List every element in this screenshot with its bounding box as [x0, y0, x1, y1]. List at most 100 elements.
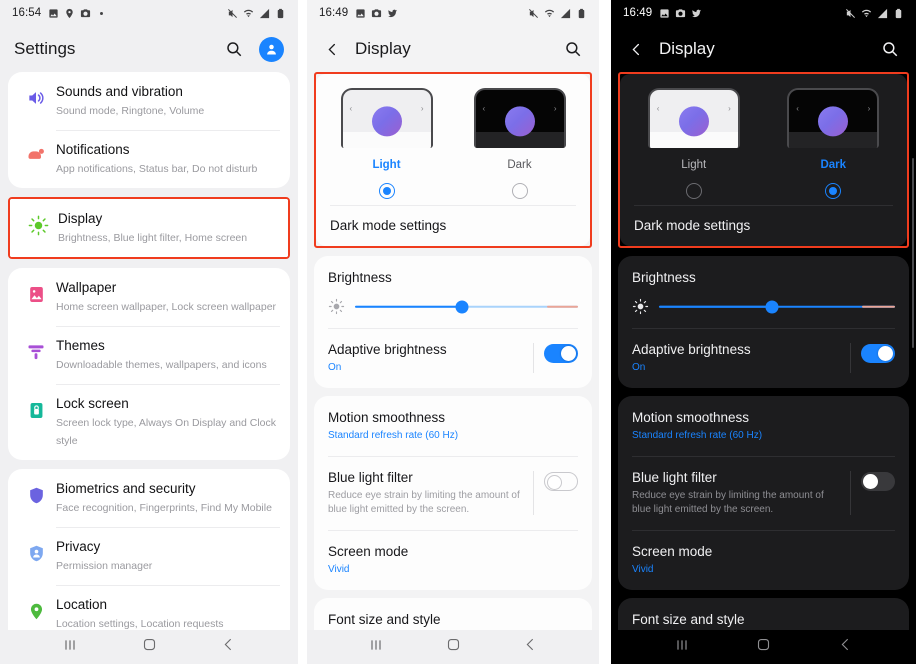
- motion-smoothness-value: Standard refresh rate (60 Hz): [328, 430, 459, 441]
- brightness-slider-row[interactable]: [328, 298, 578, 315]
- scrollbar[interactable]: [912, 158, 914, 348]
- toggle-separator: [850, 471, 851, 515]
- app-bar-display: Display: [611, 26, 916, 72]
- radio-dark[interactable]: [825, 183, 842, 199]
- brightness-card: Brightness Adaptive brightness On: [618, 256, 909, 388]
- sidebar-item-sounds-and-vibration[interactable]: Sounds and vibration Sound mode, Rington…: [8, 72, 290, 130]
- recents-icon[interactable]: [62, 637, 78, 658]
- sidebar-item-themes[interactable]: Themes Downloadable themes, wallpapers, …: [8, 326, 290, 384]
- adaptive-brightness-text: Adaptive brightness On: [632, 341, 850, 375]
- row-text: Wallpaper Home screen wallpaper, Lock sc…: [56, 279, 280, 315]
- preview-orb-icon: [371, 106, 402, 137]
- status-right-icons: [845, 8, 904, 19]
- image-icon: [356, 8, 365, 18]
- sidebar-item-notifications[interactable]: Notifications App notifications, Status …: [8, 130, 290, 188]
- toggle-separator: [533, 471, 534, 515]
- search-icon[interactable]: [878, 37, 902, 61]
- page-title: Settings: [14, 39, 76, 58]
- home-icon[interactable]: [756, 637, 771, 657]
- theme-options: ‹ › Light ‹ › Dark: [620, 74, 907, 205]
- home-icon[interactable]: [446, 637, 461, 657]
- item-subtitle: Downloadable themes, wallpapers, and ico…: [56, 359, 267, 371]
- motion-smoothness-row[interactable]: Motion smoothness Standard refresh rate …: [314, 396, 592, 456]
- preview-right-arrow-icon: ›: [420, 104, 424, 113]
- theme-label-light: Light: [681, 159, 707, 171]
- theme-option-dark[interactable]: ‹ › Dark: [453, 88, 586, 199]
- panel-gap-2: [599, 0, 611, 664]
- radio-light[interactable]: [378, 183, 395, 199]
- item-title: Wallpaper: [56, 280, 117, 295]
- theme-option-light[interactable]: ‹ › Light: [624, 88, 764, 199]
- status-left-icons: [355, 8, 398, 19]
- slider-knob[interactable]: [455, 300, 469, 313]
- screen-mode-row[interactable]: Screen mode Vivid: [618, 530, 909, 590]
- motion-smoothness-row[interactable]: Motion smoothness Standard refresh rate …: [618, 396, 909, 456]
- theme-option-dark[interactable]: ‹ › Dark: [764, 88, 904, 199]
- settings-group-display: Display Brightness, Blue light filter, H…: [10, 199, 288, 257]
- blue-light-filter-row[interactable]: Blue light filter Reduce eye strain by l…: [314, 456, 592, 530]
- back-icon[interactable]: [523, 637, 538, 657]
- sidebar-item-lock-screen[interactable]: Lock screen Screen lock type, Always On …: [8, 384, 290, 460]
- adaptive-brightness-toggle[interactable]: [544, 344, 578, 363]
- row-text: Sounds and vibration Sound mode, Rington…: [56, 83, 280, 119]
- account-avatar-icon[interactable]: [259, 36, 284, 62]
- dark-mode-settings-row[interactable]: Dark mode settings: [620, 205, 907, 246]
- search-icon[interactable]: [561, 37, 585, 61]
- battery-icon: [895, 8, 902, 18]
- theme-option-light[interactable]: ‹ › Light: [320, 88, 453, 199]
- slider-fill: [355, 305, 463, 308]
- status-bar: 16:49: [307, 0, 599, 26]
- brightness-slider-row[interactable]: [632, 298, 895, 315]
- adaptive-brightness-toggle[interactable]: [861, 344, 895, 363]
- blue-light-filter-toggle[interactable]: [544, 472, 578, 491]
- radio-dark[interactable]: [511, 183, 528, 199]
- row-text: Notifications App notifications, Status …: [56, 141, 280, 177]
- font-size-and-style-row[interactable]: Font size and style: [314, 598, 592, 630]
- back-icon[interactable]: [838, 637, 853, 657]
- settings-list[interactable]: Sounds and vibration Sound mode, Rington…: [0, 72, 298, 630]
- adaptive-brightness-value: On: [328, 362, 342, 373]
- mute-icon: [846, 8, 855, 18]
- adaptive-brightness-row[interactable]: Adaptive brightness On: [618, 328, 909, 388]
- blue-light-filter-text: Blue light filter Reduce eye strain by l…: [632, 469, 850, 517]
- panel-gap-1: [298, 0, 307, 664]
- preview-right-arrow-icon: ›: [867, 104, 871, 113]
- dark-mode-settings-row[interactable]: Dark mode settings: [316, 205, 590, 246]
- row-text: Lock screen Screen lock type, Always On …: [56, 395, 280, 449]
- blue-light-filter-row[interactable]: Blue light filter Reduce eye strain by l…: [618, 456, 909, 530]
- settings-group-4: Biometrics and security Face recognition…: [8, 469, 290, 630]
- display-settings-list[interactable]: ‹ › Light ‹ › Dark Dark mode settings Br…: [307, 72, 599, 630]
- preview-left-arrow-icon: ‹: [796, 104, 799, 113]
- sidebar-item-privacy[interactable]: Privacy Permission manager: [8, 527, 290, 585]
- recents-icon[interactable]: [674, 637, 690, 658]
- recents-icon[interactable]: [368, 637, 384, 658]
- adaptive-brightness-row[interactable]: Adaptive brightness On: [314, 328, 592, 388]
- brightness-slider[interactable]: [355, 300, 578, 314]
- sidebar-item-biometrics-and-security[interactable]: Biometrics and security Face recognition…: [8, 469, 290, 527]
- status-left-icons: [48, 8, 107, 19]
- screen-mode-row[interactable]: Screen mode Vivid: [314, 530, 592, 590]
- blue-light-filter-toggle[interactable]: [861, 472, 895, 491]
- display-highlight-box: Display Brightness, Blue light filter, H…: [8, 197, 290, 259]
- font-card: Font size and style: [314, 598, 592, 630]
- radio-light[interactable]: [685, 183, 702, 199]
- sidebar-item-display[interactable]: Display Brightness, Blue light filter, H…: [10, 199, 288, 257]
- sidebar-item-location[interactable]: Location Location settings, Location req…: [8, 585, 290, 630]
- sidebar-item-wallpaper[interactable]: Wallpaper Home screen wallpaper, Lock sc…: [8, 268, 290, 326]
- home-icon[interactable]: [142, 637, 157, 657]
- phone-screen-display-dark: 16:49 Display ‹ › Light ‹ › Dark Dark mo…: [611, 0, 916, 664]
- toggle-separator: [533, 343, 534, 373]
- search-icon[interactable]: [222, 37, 246, 61]
- motion-smoothness-label: Motion smoothness: [632, 410, 750, 425]
- slider-knob[interactable]: [765, 300, 779, 313]
- back-chevron-icon[interactable]: [321, 38, 343, 60]
- item-title: Biometrics and security: [56, 481, 196, 496]
- slider-warm-zone: [861, 305, 895, 308]
- back-icon[interactable]: [221, 637, 236, 657]
- brightness-slider[interactable]: [659, 300, 895, 314]
- back-chevron-icon[interactable]: [625, 38, 647, 60]
- theme-selector-highlight-box: ‹ › Light ‹ › Dark Dark mode settings: [618, 72, 909, 248]
- font-size-and-style-row[interactable]: Font size and style: [618, 598, 909, 630]
- display-settings-list[interactable]: ‹ › Light ‹ › Dark Dark mode settings Br…: [611, 72, 916, 630]
- preview-right-arrow-icon: ›: [553, 104, 557, 113]
